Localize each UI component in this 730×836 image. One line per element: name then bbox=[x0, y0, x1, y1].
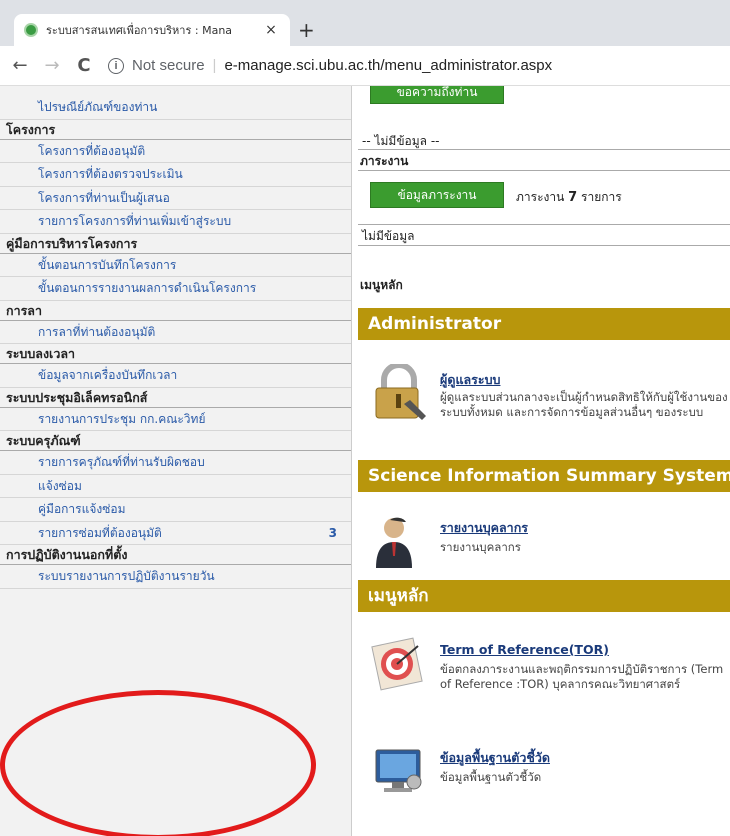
security-label: Not secure bbox=[132, 57, 205, 74]
menu-item-personnel-report[interactable]: รายงานบุคลากร รายงานบุคลากร bbox=[358, 512, 730, 576]
sidebar-item-label: รายการโครงการที่ท่านเพิ่มเข้าสู่ระบบ bbox=[38, 214, 232, 228]
sidebar: ไปรษณีย์ภัณฑ์ของท่านโครงการโครงการที่ต้อ… bbox=[0, 86, 352, 836]
no-data-text-2: ไม่มีข้อมูล bbox=[358, 224, 730, 246]
divider bbox=[358, 170, 730, 171]
sidebar-link[interactable]: ข้อมูลจากเครื่องบันทึกเวลา bbox=[0, 364, 351, 388]
menu-item-desc: รายงานบุคลากร bbox=[440, 540, 521, 554]
menu-item-title[interactable]: Term of Reference(TOR) bbox=[440, 642, 609, 657]
sidebar-item-label: โครงการที่ท่านเป็นผู้เสนอ bbox=[38, 190, 170, 205]
sidebar-item-label: รายการซ่อมที่ต้องอนุมัติ bbox=[38, 525, 162, 540]
annotation-circle bbox=[0, 690, 316, 836]
person-icon bbox=[376, 517, 412, 568]
sidebar-item-label: แจ้งซ่อม bbox=[38, 478, 82, 493]
count-badge: 3 bbox=[328, 525, 337, 540]
sidebar-link[interactable]: รายการครุภัณฑ์ที่ท่านรับผิดชอบ bbox=[0, 451, 351, 475]
workload-button[interactable]: ข้อมูลภาระงาน bbox=[370, 182, 504, 208]
sidebar-link[interactable]: แจ้งซ่อม bbox=[0, 475, 351, 498]
sidebar-link[interactable]: ขั้นตอนการรายงานผลการดำเนินโครงการ bbox=[0, 277, 351, 301]
menu-item-title[interactable]: ผู้ดูแลระบบ bbox=[440, 370, 500, 390]
main-panel: ขอความถึงท่าน -- ไม่มีข้อมูล -- ภาระงาน … bbox=[358, 86, 730, 836]
page-content: ไปรษณีย์ภัณฑ์ของท่านโครงการโครงการที่ต้อ… bbox=[0, 86, 730, 836]
sidebar-item-label: รายงานการประชุม กก.คณะวิทย์ bbox=[38, 411, 206, 426]
sidebar-item-label: รายการครุภัณฑ์ที่ท่านรับผิดชอบ bbox=[38, 455, 205, 469]
reload-icon[interactable]: C bbox=[68, 55, 100, 76]
sidebar-item-label: การลา bbox=[6, 302, 42, 318]
workload-summary-suffix: รายการ bbox=[581, 190, 622, 204]
target-icon bbox=[371, 637, 423, 691]
sidebar-section-heading: การลา bbox=[0, 301, 351, 321]
sidebar-link[interactable]: โครงการที่ท่านเป็นผู้เสนอ bbox=[0, 187, 351, 210]
forward-arrow-icon[interactable]: → bbox=[36, 55, 68, 76]
padlock-icon bbox=[375, 364, 426, 420]
menu-item-indicators[interactable]: ข้อมูลพื้นฐานตัวชี้วัด ข้อมูลพื้นฐานตัวช… bbox=[358, 742, 730, 822]
address-separator: | bbox=[212, 57, 217, 74]
tab-close-icon[interactable]: × bbox=[262, 22, 280, 38]
section-main-menu: เมนูหลัก bbox=[358, 580, 730, 612]
browser-tab[interactable]: ระบบสารสนเทศเพื่อการบริหาร : Mana × bbox=[14, 14, 290, 46]
sidebar-link[interactable]: ระบบรายงานการปฏิบัติงานรายวัน bbox=[0, 565, 351, 589]
sidebar-item-label: ขั้นตอนการบันทึกโครงการ bbox=[38, 257, 177, 272]
sidebar-item-label: ระบบครุภัณฑ์ bbox=[6, 433, 81, 448]
sidebar-section-heading: โครงการ bbox=[0, 120, 351, 140]
info-icon[interactable]: i bbox=[108, 57, 124, 74]
sidebar-item-label: โครงการที่ต้องอนุมัติ bbox=[38, 143, 146, 158]
back-arrow-icon[interactable]: ← bbox=[4, 55, 36, 76]
no-data-text: -- ไม่มีข้อมูล -- bbox=[358, 130, 730, 150]
sidebar-link[interactable]: ไปรษณีย์ภัณฑ์ของท่าน bbox=[0, 96, 351, 120]
sidebar-item-label: ระบบรายงานการปฏิบัติงานรายวัน bbox=[38, 569, 215, 583]
sidebar-item-label: ข้อมูลจากเครื่องบันทึกเวลา bbox=[38, 368, 178, 382]
sidebar-link[interactable]: รายการซ่อมที่ต้องอนุมัติ 3 bbox=[0, 522, 351, 545]
browser-tab-bar: ระบบสารสนเทศเพื่อการบริหาร : Mana × + bbox=[0, 0, 730, 46]
sidebar-section-heading: ระบบครุภัณฑ์ bbox=[0, 431, 351, 451]
section-science-info: Science Information Summary System bbox=[358, 460, 730, 492]
sidebar-section-heading: ระบบลงเวลา bbox=[0, 344, 351, 364]
tab-title: ระบบสารสนเทศเพื่อการบริหาร : Mana bbox=[46, 24, 233, 37]
sidebar-link[interactable]: ขั้นตอนการบันทึกโครงการ bbox=[0, 254, 351, 277]
menu-item-admin[interactable]: ผู้ดูแลระบบ ผู้ดูแลระบบส่วนกลางจะเป็นผู้… bbox=[358, 364, 730, 444]
address-bar[interactable]: i Not secure | e-manage.sci.ubu.ac.th/me… bbox=[108, 52, 552, 80]
sidebar-section-heading: คู่มือการบริหารโครงการ bbox=[0, 234, 351, 254]
sidebar-section-heading: การปฏิบัติงานนอกที่ตั้ง bbox=[0, 545, 351, 565]
workload-count: 7 bbox=[568, 190, 578, 205]
sidebar-item-label: การปฏิบัติงานนอกที่ตั้ง bbox=[6, 547, 128, 562]
sidebar-item-label: ระบบลงเวลา bbox=[6, 346, 76, 361]
sidebar-link[interactable]: คู่มือการแจ้งซ่อม bbox=[0, 498, 351, 522]
menu-item-title[interactable]: รายงานบุคลากร bbox=[440, 518, 528, 538]
sidebar-section-heading: ระบบประชุมอิเล็คทรอนิกส์ bbox=[0, 388, 351, 408]
sidebar-link[interactable]: รายการโครงการที่ท่านเพิ่มเข้าสู่ระบบ bbox=[0, 210, 351, 234]
new-tab-button[interactable]: + bbox=[298, 18, 315, 42]
sidebar-item-label: โครงการ bbox=[6, 121, 56, 137]
section-administrator: Administrator bbox=[358, 308, 730, 340]
sidebar-link[interactable]: การลาที่ท่านต้องอนุมัติ bbox=[0, 321, 351, 344]
sidebar-item-label: ระบบประชุมอิเล็คทรอนิกส์ bbox=[6, 389, 148, 405]
sidebar-link[interactable]: โครงการที่ต้องตรวจประเมิน bbox=[0, 163, 351, 187]
sidebar-item-label: คู่มือการบริหารโครงการ bbox=[6, 235, 138, 251]
main-menu-label: เมนูหลัก bbox=[360, 278, 403, 292]
menu-item-tor[interactable]: Term of Reference(TOR) ข้อตกลงภาระงานและ… bbox=[358, 636, 730, 726]
menu-item-desc: ข้อตกลงภาระงานและพฤติกรรมการปฏิบัติราชกา… bbox=[440, 662, 724, 691]
browser-toolbar: ← → C i Not secure | e-manage.sci.ubu.ac… bbox=[0, 46, 730, 86]
workload-label: ภาระงาน bbox=[360, 154, 409, 168]
menu-item-title[interactable]: ข้อมูลพื้นฐานตัวชี้วัด bbox=[440, 748, 550, 768]
menu-item-desc: ผู้ดูแลระบบส่วนกลางจะเป็นผู้กำหนดสิทธิให… bbox=[440, 390, 728, 419]
site-favicon-icon bbox=[24, 23, 38, 37]
url-text[interactable]: e-manage.sci.ubu.ac.th/menu_administrato… bbox=[224, 57, 552, 74]
sidebar-link[interactable]: รายงานการประชุม กก.คณะวิทย์ bbox=[0, 408, 351, 431]
monitor-icon bbox=[375, 749, 422, 792]
sidebar-item-label: โครงการที่ต้องตรวจประเมิน bbox=[38, 167, 183, 181]
sidebar-link[interactable]: โครงการที่ต้องอนุมัติ bbox=[0, 140, 351, 163]
workload-summary: ภาระงาน 7 รายการ bbox=[516, 188, 622, 207]
messages-button[interactable]: ขอความถึงท่าน bbox=[370, 86, 504, 104]
sidebar-item-label: ขั้นตอนการรายงานผลการดำเนินโครงการ bbox=[38, 281, 257, 295]
menu-item-desc: ข้อมูลพื้นฐานตัวชี้วัด bbox=[440, 770, 542, 784]
workload-summary-prefix: ภาระงาน bbox=[516, 190, 565, 204]
sidebar-item-label: ไปรษณีย์ภัณฑ์ของท่าน bbox=[38, 100, 158, 114]
sidebar-item-label: การลาที่ท่านต้องอนุมัติ bbox=[38, 324, 156, 339]
sidebar-list: ไปรษณีย์ภัณฑ์ของท่านโครงการโครงการที่ต้อ… bbox=[0, 86, 351, 589]
sidebar-item-label: คู่มือการแจ้งซ่อม bbox=[38, 502, 126, 516]
